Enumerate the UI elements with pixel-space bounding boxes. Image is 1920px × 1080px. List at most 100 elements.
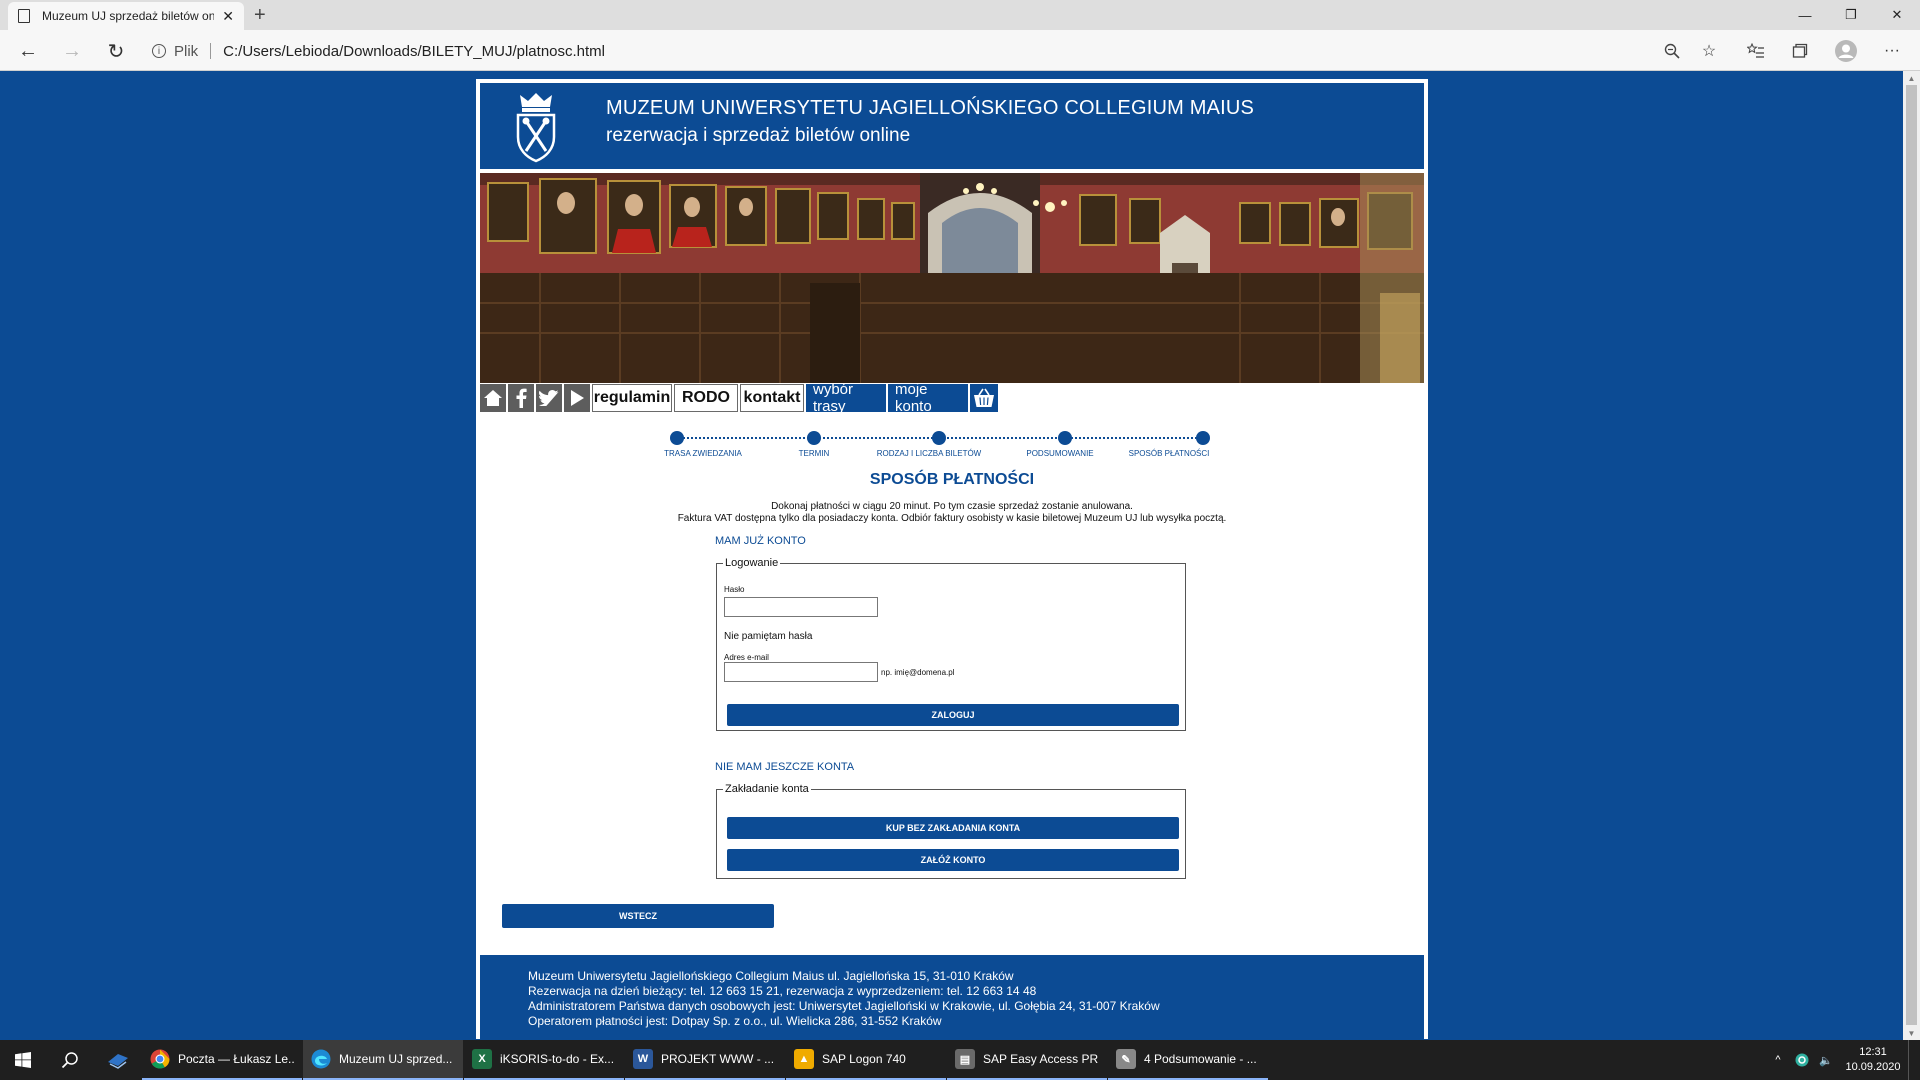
word-icon: W (633, 1049, 653, 1069)
taskbar-item-label: SAP Logon 740 (822, 1052, 906, 1066)
twitter-icon[interactable] (536, 384, 562, 412)
step-dot (1058, 431, 1072, 445)
step-dot (1196, 431, 1210, 445)
email-label: Adres e-mail (724, 653, 769, 662)
forward-icon[interactable]: → (58, 38, 86, 64)
profile-avatar-icon[interactable] (1834, 39, 1858, 63)
show-desktop-button[interactable] (1908, 1040, 1920, 1080)
no-account-link[interactable]: NIE MAM JESZCZE KONTA (715, 761, 854, 773)
site-footer: Muzeum Uniwersytetu Jagiellońskiego Coll… (480, 955, 1424, 1041)
taskbar-clock[interactable]: 12:31 10.09.2020 (1838, 1045, 1908, 1075)
clock-date: 10.09.2020 (1845, 1061, 1901, 1073)
address-separator (210, 43, 212, 59)
settings-more-icon[interactable]: ··· (1880, 39, 1904, 63)
play-icon[interactable] (564, 384, 590, 412)
forgot-password-link[interactable]: Nie pamiętam hasła (724, 631, 812, 642)
zoom-icon[interactable] (1660, 39, 1684, 63)
create-account-button[interactable]: ZAŁÓŻ KONTO (727, 849, 1179, 871)
close-window-icon[interactable]: ✕ (1874, 0, 1920, 30)
tab-title: Muzeum UJ sprzedaż biletów on (42, 9, 215, 23)
taskbar-item-label: PROJEKT WWW - ... (661, 1052, 775, 1066)
header-title: MUZEUM UNIWERSYTETU JAGIELLOŃSKIEGO COLL… (606, 97, 1255, 119)
taskbar-item-sap-easy-access[interactable]: ▤ SAP Easy Access PR... (947, 1040, 1107, 1080)
taskbar-item-sap-gui[interactable]: ✎ 4 Podsumowanie - ... (1108, 1040, 1268, 1080)
taskbar-item-label: Poczta — Łukasz Le... (178, 1052, 294, 1066)
volume-icon[interactable]: 🔈 (1814, 1054, 1838, 1067)
scrollbar-thumb[interactable] (1906, 85, 1917, 1025)
basket-icon[interactable] (970, 384, 998, 412)
step-dot (670, 431, 684, 445)
new-tab-icon[interactable]: + (254, 4, 266, 27)
site-container: MUZEUM UNIWERSYTETU JAGIELLOŃSKIEGO COLL… (475, 78, 1429, 1041)
header-subtitle: rezerwacja i sprzedaż biletów online (606, 125, 911, 146)
tray-chevron-icon[interactable]: ^ (1766, 1054, 1790, 1066)
favorites-list-icon[interactable] (1744, 39, 1768, 63)
email-input[interactable] (724, 662, 878, 682)
browser-tabbar: Muzeum UJ sprzedaż biletów on ✕ + — ❐ ✕ (0, 0, 1920, 30)
nav-link-moje-konto[interactable]: moje konto (888, 381, 968, 415)
address-scheme-label: Plik (174, 42, 199, 60)
scroll-up-icon[interactable]: ▲ (1903, 71, 1920, 85)
address-toolbar: ← → ↻ i Plik C:/Users/Lebioda/Downloads/… (0, 30, 1920, 71)
back-icon[interactable]: ← (14, 38, 42, 64)
tray-app-icon[interactable] (1790, 1053, 1814, 1067)
facebook-icon[interactable] (508, 384, 534, 412)
step-label: PODSUMOWANIE (1026, 449, 1094, 458)
site-header: MUZEUM UNIWERSYTETU JAGIELLOŃSKIEGO COLL… (480, 83, 1424, 169)
browser-tab[interactable]: Muzeum UJ sprzedaż biletów on ✕ (8, 2, 244, 30)
sap-logon-icon: ▲ (794, 1049, 814, 1069)
info-icon[interactable]: i (152, 44, 166, 58)
nav-link-rodo[interactable]: RODO (674, 384, 738, 412)
step-dot (807, 431, 821, 445)
home-icon[interactable] (480, 384, 506, 412)
buy-without-account-button[interactable]: KUP BEZ ZAKŁADANIA KONTA (727, 817, 1179, 839)
taskbar-item-sap-logon[interactable]: ▲ SAP Logon 740 (786, 1040, 946, 1080)
page-scrollbar[interactable]: ▲ ▼ (1903, 71, 1920, 1040)
taskbar-item-label: SAP Easy Access PR... (983, 1052, 1099, 1066)
step-label: TERMIN (798, 449, 830, 458)
sap-gui-icon: ✎ (1116, 1049, 1136, 1069)
footer-payment-operator: Operatorem płatności jest: Dotpay Sp. z … (528, 1014, 942, 1028)
clock-time: 12:31 (1859, 1046, 1887, 1058)
refresh-icon[interactable]: ↻ (102, 38, 130, 64)
pinned-app-icon[interactable] (94, 1040, 142, 1080)
favorite-star-icon[interactable]: ☆ (1697, 39, 1721, 63)
password-input[interactable] (724, 597, 878, 617)
nav-link-regulamin[interactable]: regulamin (592, 384, 672, 412)
minimize-icon[interactable]: — (1782, 0, 1828, 30)
register-legend: Zakładanie konta (725, 783, 809, 795)
taskbar-item-label: Muzeum UJ sprzed... (339, 1052, 453, 1066)
taskbar-item-word[interactable]: W PROJEKT WWW - ... (625, 1040, 785, 1080)
uj-crest-logo[interactable] (510, 91, 562, 163)
url-text[interactable]: C:/Users/Lebioda/Downloads/BILETY_MUJ/pl… (223, 43, 605, 60)
taskbar-item-edge[interactable]: Muzeum UJ sprzed... (303, 1040, 463, 1080)
restore-icon[interactable]: ❐ (1828, 0, 1874, 30)
step-label: TRASA ZWIEDZANIA (664, 449, 742, 458)
footer-data-admin: Administratorem Państwa danych osobowych… (528, 999, 1160, 1013)
collections-icon[interactable] (1788, 39, 1812, 63)
login-button[interactable]: ZALOGUJ (727, 704, 1179, 726)
taskbar-item-label: 4 Podsumowanie - ... (1144, 1052, 1257, 1066)
page-icon (18, 9, 30, 23)
taskbar-item-chrome[interactable]: Poczta — Łukasz Le... (142, 1040, 302, 1080)
footer-address: Muzeum Uniwersytetu Jagiellońskiego Coll… (528, 969, 1014, 983)
nav-link-wybor-trasy[interactable]: wybór trasy (806, 381, 886, 415)
nav-link-kontakt[interactable]: kontakt (740, 384, 804, 412)
tab-close-icon[interactable]: ✕ (222, 8, 234, 25)
taskbar-item-excel[interactable]: X iKSORIS-to-do - Ex... (464, 1040, 624, 1080)
edge-icon (311, 1049, 331, 1069)
scroll-down-icon[interactable]: ▼ (1903, 1026, 1920, 1040)
search-icon[interactable] (46, 1040, 94, 1080)
register-fieldset: Zakładanie konta KUP BEZ ZAKŁADANIA KONT… (716, 783, 1186, 879)
have-account-link[interactable]: MAM JUŻ KONTO (715, 535, 806, 547)
address-bar[interactable]: i Plik C:/Users/Lebioda/Downloads/BILETY… (152, 37, 605, 65)
windows-start-icon[interactable] (0, 1040, 46, 1080)
progress-steps: TRASA ZWIEDZANIA TERMIN RODZAJ I LICZBA … (664, 431, 1210, 461)
payment-time-note: Dokonaj płatności w ciągu 20 minut. Po t… (771, 501, 1133, 512)
taskbar-item-label: iKSORIS-to-do - Ex... (500, 1052, 615, 1066)
sap-window-icon: ▤ (955, 1049, 975, 1069)
password-label: Hasło (724, 585, 745, 594)
back-button[interactable]: WSTECZ (502, 904, 774, 928)
email-hint: np. imię@domena.pl (881, 668, 955, 677)
footer-reservation: Rezerwacja na dzień bieżący: tel. 12 663… (528, 984, 1037, 998)
